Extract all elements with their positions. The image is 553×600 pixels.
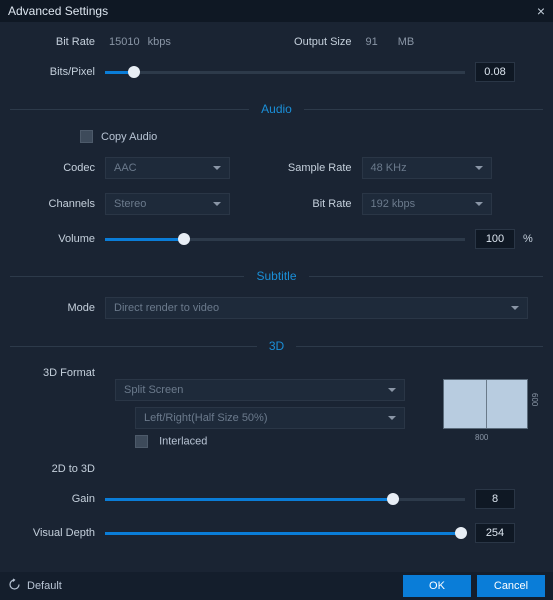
channels-label: Channels: [10, 198, 105, 210]
audio-bitrate-label: Bit Rate: [277, 198, 362, 210]
titlebar: Advanced Settings ×: [0, 0, 553, 22]
gain-slider[interactable]: [105, 498, 465, 501]
refresh-icon: [8, 578, 21, 594]
3d-format-label: 3D Format: [10, 367, 105, 379]
chevron-down-icon: [213, 202, 221, 206]
copy-audio-label: Copy Audio: [101, 131, 157, 143]
default-button[interactable]: Default: [8, 578, 62, 594]
window-title: Advanced Settings: [8, 4, 108, 18]
volume-slider[interactable]: [105, 238, 465, 241]
output-size-value: 91: [366, 36, 378, 48]
bitrate-label: Bit Rate: [10, 36, 105, 48]
ok-button[interactable]: OK: [403, 575, 471, 597]
chevron-down-icon: [475, 202, 483, 206]
chevron-down-icon: [511, 306, 519, 310]
audio-section-header: Audio: [10, 102, 543, 116]
chevron-down-icon: [213, 166, 221, 170]
footer: Default OK Cancel: [0, 572, 553, 600]
bits-pixel-label: Bits/Pixel: [10, 66, 105, 78]
copy-audio-checkbox[interactable]: [80, 130, 93, 143]
subtitle-section-header: Subtitle: [10, 269, 543, 283]
output-size-unit: MB: [398, 36, 415, 48]
bitrate-value: 15010: [109, 36, 140, 48]
interlaced-checkbox[interactable]: [135, 435, 148, 448]
output-size-label: Output Size: [277, 36, 362, 48]
bitrate-unit: kbps: [148, 36, 171, 48]
3d-section-header: 3D: [10, 339, 543, 353]
bits-pixel-slider[interactable]: [105, 71, 465, 74]
2d-to-3d-label: 2D to 3D: [10, 463, 105, 475]
gain-label: Gain: [10, 493, 105, 505]
codec-select[interactable]: AAC: [105, 157, 230, 179]
sample-rate-label: Sample Rate: [277, 162, 362, 174]
audio-bitrate-select[interactable]: 192 kbps: [362, 193, 492, 215]
chevron-down-icon: [388, 388, 396, 392]
codec-label: Codec: [10, 162, 105, 174]
channels-select[interactable]: Stereo: [105, 193, 230, 215]
3d-layout-select[interactable]: Left/Right(Half Size 50%): [135, 407, 405, 429]
volume-unit: %: [523, 233, 543, 245]
3d-format-select[interactable]: Split Screen: [115, 379, 405, 401]
preview-height: 600: [530, 393, 539, 406]
depth-slider[interactable]: [105, 532, 465, 535]
mode-label: Mode: [10, 302, 105, 314]
depth-value[interactable]: 254: [475, 523, 515, 543]
close-icon[interactable]: ×: [537, 3, 545, 19]
bits-pixel-value[interactable]: 0.08: [475, 62, 515, 82]
default-label: Default: [27, 580, 62, 592]
content-area: Bit Rate 15010 kbps Output Size 91 MB Bi…: [0, 22, 553, 572]
subtitle-title: Subtitle: [244, 269, 308, 283]
interlaced-label: Interlaced: [159, 435, 207, 447]
gain-value[interactable]: 8: [475, 489, 515, 509]
volume-value[interactable]: 100: [475, 229, 515, 249]
3d-title: 3D: [257, 339, 296, 353]
chevron-down-icon: [475, 166, 483, 170]
cancel-button[interactable]: Cancel: [477, 575, 545, 597]
subtitle-mode-select[interactable]: Direct render to video: [105, 297, 528, 319]
audio-title: Audio: [249, 102, 304, 116]
sample-rate-select[interactable]: 48 KHz: [362, 157, 492, 179]
3d-preview: [443, 379, 528, 429]
depth-label: Visual Depth: [10, 527, 105, 539]
chevron-down-icon: [388, 416, 396, 420]
volume-label: Volume: [10, 233, 105, 245]
preview-width: 800: [475, 433, 488, 442]
